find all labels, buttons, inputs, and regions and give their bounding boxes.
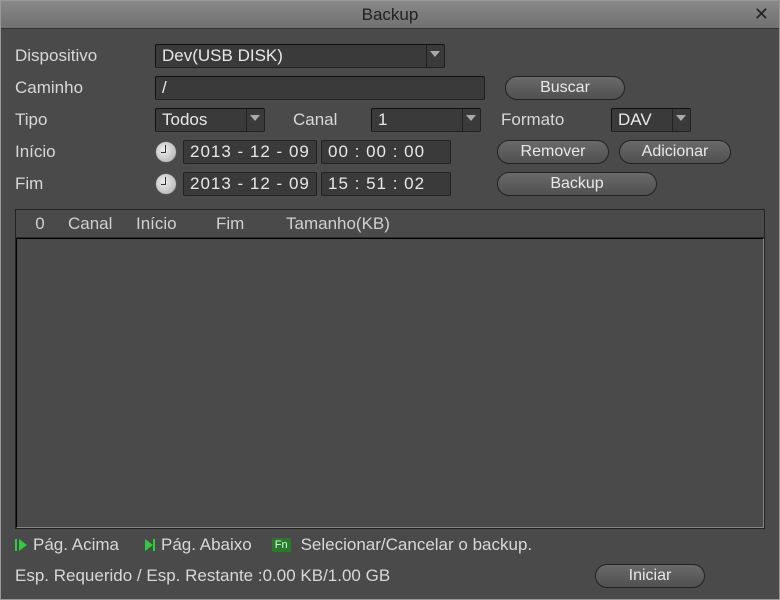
- path-value: /: [162, 78, 167, 98]
- type-select[interactable]: Todos: [155, 108, 265, 132]
- page-up-icon[interactable]: [15, 539, 27, 551]
- select-cancel-hint: Selecionar/Cancelar o backup.: [301, 535, 533, 555]
- table-body[interactable]: [16, 238, 764, 528]
- format-label: Formato: [501, 110, 611, 130]
- page-down-icon[interactable]: [145, 539, 155, 551]
- start-button[interactable]: Iniciar: [595, 564, 705, 588]
- end-date-input[interactable]: 2013 - 12 - 09: [183, 172, 317, 196]
- channel-value: 1: [378, 110, 387, 130]
- device-value: Dev(USB DISK): [162, 46, 283, 66]
- add-button[interactable]: Adicionar: [619, 140, 731, 164]
- start-date-input[interactable]: 2013 - 12 - 09: [183, 140, 317, 164]
- device-label: Dispositivo: [15, 46, 155, 66]
- backup-window: Backup ✕ Dispositivo Dev(USB DISK) Camin…: [0, 0, 780, 600]
- type-value: Todos: [162, 110, 207, 130]
- col-count: 0: [20, 214, 60, 234]
- content-area: Dispositivo Dev(USB DISK) Caminho / Busc…: [1, 29, 779, 599]
- end-label: Fim: [15, 174, 155, 194]
- end-time-input[interactable]: 15 : 51 : 02: [321, 172, 451, 196]
- channel-select[interactable]: 1: [371, 108, 481, 132]
- start-label: Início: [15, 142, 155, 162]
- status-row: Esp. Requerido / Esp. Restante :0.00 KB/…: [15, 557, 765, 589]
- device-select[interactable]: Dev(USB DISK): [155, 44, 445, 68]
- path-input[interactable]: /: [155, 76, 485, 100]
- pagination-row: Pág. Acima Pág. Abaixo Fn Selecionar/Can…: [15, 529, 765, 557]
- chevron-down-icon: [250, 115, 260, 121]
- titlebar: Backup ✕: [1, 1, 779, 29]
- clock-icon[interactable]: [155, 173, 177, 195]
- format-select[interactable]: DAV: [611, 108, 691, 132]
- window-title: Backup: [362, 5, 419, 25]
- clock-icon[interactable]: [155, 141, 177, 163]
- col-channel: Canal: [60, 214, 128, 234]
- chevron-down-icon: [466, 115, 476, 121]
- fn-badge: Fn: [272, 538, 291, 552]
- col-start: Início: [128, 214, 208, 234]
- search-button[interactable]: Buscar: [505, 76, 625, 100]
- col-end: Fim: [208, 214, 278, 234]
- close-icon[interactable]: ✕: [754, 4, 769, 25]
- type-label: Tipo: [15, 110, 155, 130]
- format-value: DAV: [618, 110, 652, 130]
- path-label: Caminho: [15, 78, 155, 98]
- chevron-down-icon: [430, 51, 440, 57]
- chevron-down-icon: [676, 115, 686, 121]
- channel-label: Canal: [293, 110, 371, 130]
- start-time-input[interactable]: 00 : 00 : 00: [321, 140, 451, 164]
- page-up-label[interactable]: Pág. Acima: [33, 535, 119, 555]
- remove-button[interactable]: Remover: [497, 140, 609, 164]
- backup-button[interactable]: Backup: [497, 172, 657, 196]
- col-size: Tamanho(KB): [278, 214, 764, 234]
- results-table: 0 Canal Início Fim Tamanho(KB): [15, 209, 765, 529]
- space-status: Esp. Requerido / Esp. Restante :0.00 KB/…: [15, 566, 390, 586]
- page-down-label[interactable]: Pág. Abaixo: [161, 535, 252, 555]
- table-header: 0 Canal Início Fim Tamanho(KB): [16, 210, 764, 238]
